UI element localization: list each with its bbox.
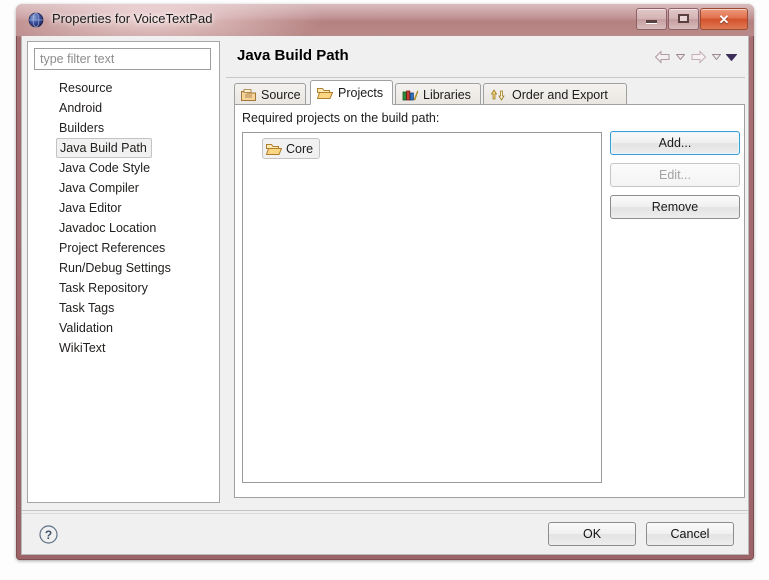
tab-libraries[interactable]: Libraries [395,83,481,105]
source-folder-icon [241,88,256,102]
page-nav-toolbar [649,50,737,64]
back-menu-chevron-down-icon[interactable] [676,54,685,60]
maximize-button[interactable] [668,8,699,30]
nav-item-label: Android [59,101,103,115]
filter-input[interactable]: type filter text [34,48,211,70]
open-folder-icon [266,142,282,156]
preference-page: Java Build Path Source Projects Librarie… [226,41,745,503]
view-menu-icon[interactable] [726,53,737,61]
close-button[interactable]: ✕ [700,8,748,30]
tab-projects[interactable]: Projects [310,80,393,105]
dialog-action-buttons: OK Cancel [538,522,734,546]
nav-item-label: Javadoc Location [59,221,157,235]
tab-label: Source [261,87,301,102]
projects-tab-panel: Required projects on the build path: Cor… [234,104,745,498]
nav-item-java-editor[interactable]: Java Editor [28,198,219,218]
help-icon[interactable]: ? [39,525,58,544]
projects-tab-buttons: Add... Edit... Remove [610,131,740,227]
forward-arrow-icon[interactable] [690,50,707,64]
nav-item-resource[interactable]: Resource [28,78,219,98]
nav-item-task-repository[interactable]: Task Repository [28,278,219,298]
window-controls: ✕ [635,8,748,30]
ok-button[interactable]: OK [548,522,636,546]
title-divider [226,77,745,78]
minimize-icon [646,20,657,24]
tab-label: Projects [338,85,384,100]
title-bar[interactable]: Properties for VoiceTextPad ✕ [16,4,754,36]
settings-nav-list: Resource Android Builders Java Build Pat… [28,78,219,358]
back-arrow-icon[interactable] [654,50,671,64]
nav-item-wikitext[interactable]: WikiText [28,338,219,358]
tree-item-label: Core [286,141,314,156]
nav-item-label: WikiText [59,341,106,355]
screen: Properties for VoiceTextPad ✕ type filte… [0,0,769,580]
nav-item-validation[interactable]: Validation [28,318,219,338]
nav-item-java-code-style[interactable]: Java Code Style [28,158,219,178]
nav-item-label: Builders [59,121,105,135]
nav-item-task-tags[interactable]: Task Tags [28,298,219,318]
nav-item-label: Resource [59,81,113,95]
nav-item-label: Task Tags [59,301,115,315]
tab-label: Libraries [423,87,471,102]
open-folder-icon [317,86,333,100]
nav-item-java-compiler[interactable]: Java Compiler [28,178,219,198]
remove-button[interactable]: Remove [610,195,740,219]
nav-item-android[interactable]: Android [28,98,219,118]
eclipse-sphere-icon [28,12,44,28]
dialog-footer: ? OK Cancel [22,514,748,553]
nav-item-java-build-path[interactable]: Java Build Path [28,138,219,158]
nav-item-label: Java Code Style [59,161,151,175]
cancel-button[interactable]: Cancel [646,522,734,546]
nav-item-project-references[interactable]: Project References [28,238,219,258]
add-button[interactable]: Add... [610,131,740,155]
close-icon: ✕ [718,11,730,27]
minimize-button[interactable] [636,8,667,30]
maximize-icon [678,14,689,23]
tab-label: Order and Export [512,87,608,102]
edit-button[interactable]: Edit... [610,163,740,187]
nav-item-label: Java Build Path [56,138,152,158]
tab-source[interactable]: Source [234,83,306,105]
page-title: Java Build Path [237,47,349,64]
window-title: Properties for VoiceTextPad [52,11,213,26]
nav-item-javadoc-location[interactable]: Javadoc Location [28,218,219,238]
tab-order-and-export[interactable]: Order and Export [483,83,627,105]
nav-item-label: Task Repository [59,281,148,295]
nav-item-label: Run/Debug Settings [59,261,171,275]
footer-divider [22,510,748,511]
settings-nav-panel: type filter text Resource Android Builde… [27,41,220,503]
tree-item-core[interactable]: Core [262,138,321,159]
nav-item-builders[interactable]: Builders [28,118,219,138]
nav-item-label: Project References [59,241,166,255]
dialog-client-area: type filter text Resource Android Builde… [21,36,749,555]
required-projects-label: Required projects on the build path: [242,111,440,125]
svg-text:?: ? [45,528,52,542]
properties-dialog-window: Properties for VoiceTextPad ✕ type filte… [16,4,754,560]
build-path-tabs: Source Projects Libraries Order and Expo… [234,80,745,105]
required-projects-tree[interactable]: Core [242,132,602,483]
forward-menu-chevron-down-icon[interactable] [712,54,721,60]
nav-item-run-debug-settings[interactable]: Run/Debug Settings [28,258,219,278]
nav-item-label: Java Editor [59,201,122,215]
nav-item-label: Java Compiler [59,181,139,195]
books-icon [402,88,418,102]
nav-item-label: Validation [59,321,113,335]
order-arrows-icon [490,88,507,102]
